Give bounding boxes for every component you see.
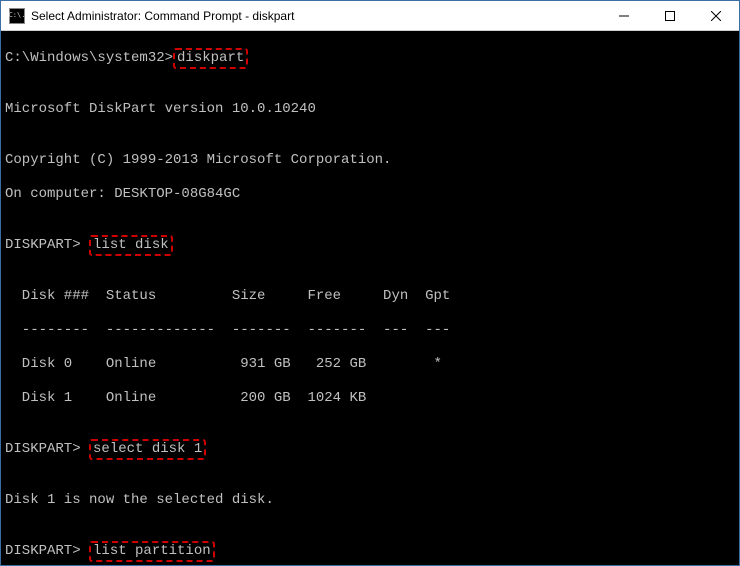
terminal-line: Disk ### Status Size Free Dyn Gpt bbox=[5, 288, 739, 305]
terminal-output[interactable]: C:\Windows\system32>diskpart Microsoft D… bbox=[1, 31, 739, 565]
highlighted-command: list partition bbox=[89, 541, 215, 562]
terminal-line: C:\Windows\system32>diskpart bbox=[5, 50, 739, 67]
titlebar[interactable]: C:\. Select Administrator: Command Promp… bbox=[1, 1, 739, 31]
maximize-button[interactable] bbox=[647, 1, 693, 30]
close-button[interactable] bbox=[693, 1, 739, 30]
maximize-icon bbox=[665, 11, 675, 21]
prompt-path: C:\Windows\system32> bbox=[5, 50, 173, 66]
cmd-icon: C:\. bbox=[9, 8, 25, 24]
terminal-line: DISKPART> list disk bbox=[5, 237, 739, 254]
terminal-line: Microsoft DiskPart version 10.0.10240 bbox=[5, 101, 739, 118]
terminal-line: Disk 0 Online 931 GB 252 GB * bbox=[5, 356, 739, 373]
terminal-line: DISKPART> list partition bbox=[5, 543, 739, 560]
diskpart-prompt: DISKPART> bbox=[5, 237, 89, 253]
window-controls bbox=[601, 1, 739, 30]
diskpart-prompt: DISKPART> bbox=[5, 543, 89, 559]
highlighted-command: select disk 1 bbox=[89, 439, 206, 460]
highlighted-command: diskpart bbox=[173, 48, 248, 69]
cmd-icon-text: C:\. bbox=[9, 12, 26, 19]
command-prompt-window: C:\. Select Administrator: Command Promp… bbox=[0, 0, 740, 566]
terminal-line: Copyright (C) 1999-2013 Microsoft Corpor… bbox=[5, 152, 739, 169]
terminal-line: -------- ------------- ------- ------- -… bbox=[5, 322, 739, 339]
diskpart-prompt: DISKPART> bbox=[5, 441, 89, 457]
minimize-icon bbox=[619, 11, 629, 21]
window-title: Select Administrator: Command Prompt - d… bbox=[31, 9, 601, 23]
terminal-line: DISKPART> select disk 1 bbox=[5, 441, 739, 458]
terminal-line: Disk 1 Online 200 GB 1024 KB bbox=[5, 390, 739, 407]
terminal-line: On computer: DESKTOP-08G84GC bbox=[5, 186, 739, 203]
minimize-button[interactable] bbox=[601, 1, 647, 30]
highlighted-command: list disk bbox=[89, 235, 173, 256]
close-icon bbox=[711, 11, 721, 21]
terminal-line: Disk 1 is now the selected disk. bbox=[5, 492, 739, 509]
